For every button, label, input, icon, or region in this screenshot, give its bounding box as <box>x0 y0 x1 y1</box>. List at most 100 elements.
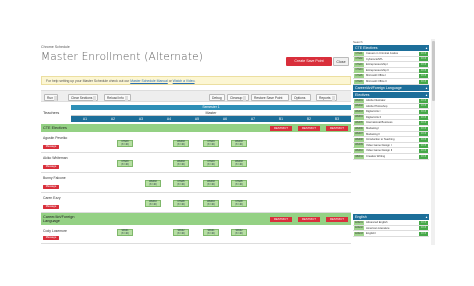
close-button[interactable]: Close <box>333 57 349 66</box>
message-button[interactable]: Message <box>43 145 59 149</box>
section-chip[interactable]: WEF02 (8 / 40) <box>231 160 247 167</box>
course-code: WEF03 <box>354 109 364 115</box>
teacher-row[interactable]: Akiko Whiteman Message CTE03 (8 / 40) WEF… <box>41 153 351 173</box>
restrict-button[interactable]: RESTRICT <box>326 216 348 222</box>
message-button[interactable]: Message <box>43 236 59 240</box>
chevron-down-icon <box>54 95 58 101</box>
chip-count: (8 / 40) <box>235 233 243 236</box>
debug-button[interactable]: Debug <box>209 94 225 101</box>
section-chip[interactable]: CTE08 (8 / 40) <box>231 200 247 207</box>
toolbar: Run Clear Sections Reload Info Debug Cle… <box>41 90 351 102</box>
section-chip[interactable]: CTE05 (8 / 40) <box>173 180 189 187</box>
teacher-row[interactable]: Caren Ezzy Message WEF10 (8 / 40) CTE08 (8… <box>41 193 351 213</box>
restrict-button[interactable]: RESTRICT <box>270 216 292 222</box>
cleanup-button[interactable]: Cleanup <box>227 94 249 101</box>
course-count-badge: 0 / 3 <box>419 109 428 114</box>
course-count-badge: 0 / 3 <box>419 132 428 137</box>
course-count-badge: 0 / 3 <box>419 137 428 142</box>
section-chip[interactable]: WEF02 (8 / 40) <box>203 180 219 187</box>
period-header: B1 <box>278 117 284 121</box>
section-chip[interactable]: CTE04 (8 / 40) <box>203 160 219 167</box>
course-count-badge: 0 / 3 <box>419 143 428 148</box>
section-chip[interactable]: CTE08 (8 / 40) <box>173 200 189 207</box>
period-header: A6 <box>222 117 228 121</box>
sidebar-section-header[interactable]: Career/Art/Foreign Language ▲ <box>353 85 429 91</box>
course-name: Microsoft Office I <box>366 74 387 78</box>
message-button[interactable]: Message <box>43 205 59 209</box>
chip-count: (8 / 40) <box>177 204 185 207</box>
restrict-button[interactable]: RESTRICT <box>270 125 292 131</box>
course-list-item[interactable]: CTE06 Microsoft Office II 0 / 3 <box>353 79 429 85</box>
teacher-row[interactable]: Agustin Peveiko Message CTE03 (8 / 40) WE… <box>41 133 351 153</box>
cleanup-label: Cleanup <box>230 96 243 100</box>
create-save-point-button[interactable]: Create Save Point <box>286 57 332 66</box>
course-list-item[interactable]: WEF11 Creative Writing 0 / 3 <box>353 154 429 160</box>
options-button[interactable]: Options <box>291 94 311 101</box>
course-name: Entrepreneurship I <box>366 63 389 67</box>
teacher-row[interactable]: Cody Losemore Message SPA01 (8 / 40) SPA0… <box>41 226 351 244</box>
course-count-badge: 0 / 3 <box>419 98 428 103</box>
main-panel: Chrome Schedule Master Enrollment (Alter… <box>36 39 351 245</box>
department-row-cte[interactable]: CTE Electives RESTRICT RESTRICT RESTRICT <box>41 124 351 132</box>
run-button[interactable]: Run <box>44 94 58 101</box>
scrollbar-thumb[interactable] <box>431 41 435 101</box>
teacher-name[interactable]: Agustin Peveiko <box>43 136 69 140</box>
section-chip[interactable]: SPA02 (8 / 40) <box>173 229 189 236</box>
restrict-button[interactable]: RESTRICT <box>326 125 348 131</box>
manual-link[interactable]: Master Schedule Manual <box>130 79 168 83</box>
section-chip[interactable]: WEF02 (8 / 40) <box>231 140 247 147</box>
period-header: A1 <box>82 117 88 121</box>
chip-count: (8 / 40) <box>177 233 185 236</box>
teacher-name[interactable]: Akiko Whiteman <box>43 156 69 160</box>
teacher-name[interactable]: Caren Ezzy <box>43 196 69 200</box>
section-chip[interactable]: WEF02 (8 / 40) <box>145 180 161 187</box>
teacher-row[interactable]: Bunny Falcone Message WEF02 (8 / 40) CTE0… <box>41 173 351 193</box>
section-chip[interactable]: SPA01 (8 / 40) <box>117 229 133 236</box>
section-chip[interactable]: WEF10 (8 / 40) <box>203 200 219 207</box>
course-code: ENG03 <box>354 231 364 237</box>
section-title: Career/Art/Foreign Language <box>355 86 402 90</box>
course-name: Marketing II <box>366 132 381 136</box>
section-chip[interactable]: SPA02 (8 / 40) <box>231 229 247 236</box>
course-name: Careers in Criminal Justice <box>366 52 399 55</box>
section-chip[interactable]: CTE04 (8 / 40) <box>203 140 219 147</box>
course-count-badge: 0 / 3 <box>419 68 428 73</box>
chip-count: (8 / 40) <box>207 144 215 147</box>
clear-sections-button[interactable]: Clear Sections <box>68 94 98 101</box>
teacher-name[interactable]: Bunny Falcone <box>43 176 69 180</box>
course-list-item[interactable]: ENG03 English I 0 / 3 <box>353 231 429 237</box>
restrict-button[interactable]: RESTRICT <box>298 216 320 222</box>
restrict-button[interactable]: RESTRICT <box>298 125 320 131</box>
course-code: WEF08 <box>354 137 364 143</box>
course-code: WEF10 <box>354 149 364 154</box>
help-text-prefix: For help setting up your Master Schedule… <box>46 79 131 83</box>
section-chip[interactable]: CTE05 (8 / 40) <box>231 180 247 187</box>
section-chip[interactable]: SPA01 (8 / 40) <box>203 229 219 236</box>
section-chip[interactable]: WEF02 (8 / 40) <box>173 140 189 147</box>
department-row-career-art-foreign-language[interactable]: Career/Art/Foreign Language RESTRICT RES… <box>41 213 351 225</box>
reports-button[interactable]: Reports <box>316 94 337 101</box>
message-button[interactable]: Message <box>43 185 59 189</box>
teacher-name[interactable]: Cody Losemore <box>43 229 69 233</box>
section-chip[interactable]: CTE03 (8 / 40) <box>117 160 133 167</box>
reload-info-button[interactable]: Reload Info <box>104 94 131 101</box>
video-link[interactable]: Watch a Video <box>173 79 195 83</box>
message-button[interactable]: Message <box>43 165 59 169</box>
section-chip[interactable]: WEF10 (8 / 40) <box>145 200 161 207</box>
section-chip[interactable]: CTE03 (8 / 40) <box>117 140 133 147</box>
period-header: B2 <box>306 117 312 121</box>
sidebar-scrollbar[interactable] <box>431 39 435 245</box>
chip-count: (8 / 40) <box>121 164 129 167</box>
reload-info-label: Reload Info <box>107 96 124 100</box>
restore-save-point-button[interactable]: Restore Save Point <box>251 94 289 101</box>
section-chip[interactable]: WEF02 (8 / 40) <box>173 160 189 167</box>
chevron-down-icon <box>93 95 97 101</box>
teachers-column-header[interactable]: Teachers <box>41 105 71 121</box>
course-code: WEF02 <box>354 104 364 109</box>
course-count-badge: 0 / 3 <box>419 79 428 84</box>
course-name: Adobe Illustrator <box>366 99 386 102</box>
collapse-icon[interactable]: ▲ <box>425 85 428 91</box>
course-count-badge: 0 / 3 <box>419 231 428 236</box>
chevron-down-icon <box>331 95 335 101</box>
breadcrumb[interactable]: Chrome Schedule <box>41 45 70 49</box>
